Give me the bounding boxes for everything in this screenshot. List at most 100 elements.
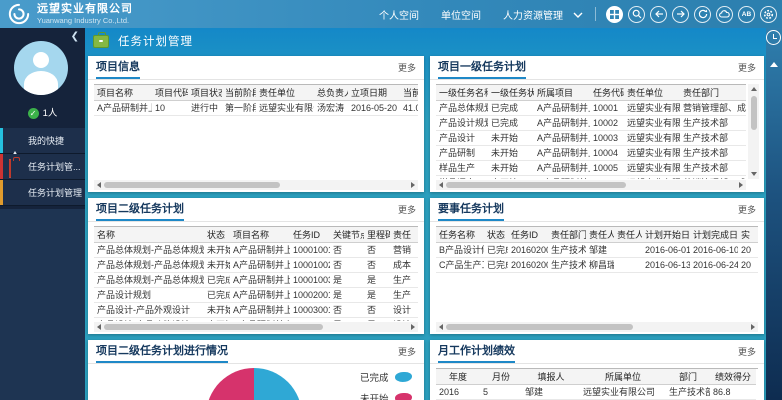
- table-cell: 远望实业有限公司: [624, 116, 680, 131]
- more-link[interactable]: 更多: [398, 61, 416, 79]
- chevron-down-icon[interactable]: [573, 5, 583, 23]
- nav-hr-management[interactable]: 人力资源管理: [503, 7, 563, 22]
- column-header[interactable]: 部门: [666, 369, 710, 385]
- table-cell: 产品研制: [436, 146, 488, 161]
- column-header[interactable]: 绩效得分: [710, 369, 756, 385]
- column-header[interactable]: 责任部门: [548, 227, 586, 243]
- column-header[interactable]: 填报人: [522, 369, 580, 385]
- column-header[interactable]: 责任人1: [586, 227, 614, 243]
- more-link[interactable]: 更多: [738, 203, 756, 221]
- column-header[interactable]: 责任: [390, 227, 418, 243]
- column-header[interactable]: 月份: [480, 369, 522, 385]
- table-cell: 生产: [390, 273, 418, 288]
- more-link[interactable]: 更多: [738, 345, 756, 363]
- column-header[interactable]: 任务ID: [508, 227, 548, 243]
- clock-icon[interactable]: [766, 30, 781, 45]
- gear-icon[interactable]: [760, 6, 777, 23]
- table-row[interactable]: C产品生产工艺优化已完成201602002生产技术部柳昌瑞2016-06-132…: [436, 258, 758, 273]
- table-row[interactable]: 样品生产未开始A产品研制并上市10005远望实业有限公司生产技术部: [436, 161, 746, 176]
- column-header[interactable]: 名称: [94, 227, 204, 243]
- sidebar-item-task-plan-mgmt-1[interactable]: 任务计划管...: [0, 154, 85, 180]
- sidebar-item-my-shortcuts[interactable]: 我的快捷: [0, 128, 85, 154]
- table-row[interactable]: 产品设计-产品功能设计未开始A产品研制并上市10003002是是设计: [94, 318, 418, 322]
- horizontal-scrollbar[interactable]: [436, 322, 758, 332]
- column-header[interactable]: 状态: [484, 227, 508, 243]
- sidebar-item-task-plan-mgmt-2[interactable]: 任务计划管理: [0, 180, 85, 206]
- column-header[interactable]: 状态: [204, 227, 230, 243]
- pie-chart[interactable]: [206, 368, 302, 400]
- cloud-icon[interactable]: [716, 6, 733, 23]
- panel-title: 项目一级任务计划: [438, 61, 526, 79]
- column-header[interactable]: 当前阶段: [222, 85, 256, 101]
- table-row[interactable]: 产品总体规划-产品总体规划营销部分未开始A产品研制并上市10001001否否营销: [94, 243, 418, 258]
- sidebar-menu: 我的快捷 任务计划管... 任务计划管理: [0, 128, 85, 206]
- apps-grid-icon[interactable]: [606, 6, 623, 23]
- column-header[interactable]: 责任部门: [680, 85, 746, 101]
- table-row[interactable]: 样品评审未开始A产品研制并上市10006远望实业有限公司营销管理部、成本管: [436, 176, 746, 180]
- column-header[interactable]: 实: [738, 227, 758, 243]
- table-row[interactable]: B产品设计修改已完成201602001生产技术部邹建2016-06-012016…: [436, 243, 758, 258]
- table-row[interactable]: 产品总体规划-产品总体规划成本部分未开始A产品研制并上市10001002否否成本: [94, 258, 418, 273]
- arrow-left-icon[interactable]: [650, 6, 667, 23]
- horizontal-scrollbar[interactable]: [436, 180, 746, 190]
- column-header[interactable]: 责任人2: [614, 227, 642, 243]
- column-header[interactable]: 任务名称: [436, 227, 484, 243]
- column-header[interactable]: 所属项目: [534, 85, 590, 101]
- horizontal-scrollbar[interactable]: [94, 180, 418, 190]
- table-row[interactable]: 产品总体规划已完成A产品研制并上市10001远望实业有限公司营销管理部、成本管: [436, 101, 746, 116]
- company-name: 远望实业有限公司: [37, 4, 133, 15]
- column-header[interactable]: 责任单位: [256, 85, 314, 101]
- column-header[interactable]: 项目名称: [94, 85, 152, 101]
- sidebar-collapse-icon[interactable]: ❮: [71, 32, 79, 42]
- table-row[interactable]: 产品设计未开始A产品研制并上市10003远望实业有限公司生产技术部: [436, 131, 746, 146]
- more-link[interactable]: 更多: [398, 345, 416, 363]
- table-row[interactable]: 20165邹建远望实业有限公司生产技术部86.8: [436, 385, 756, 400]
- column-header[interactable]: 里程碑: [364, 227, 390, 243]
- legend-item-not-started[interactable]: 未开始: [360, 391, 412, 400]
- column-header[interactable]: 年度: [436, 369, 480, 385]
- table-row[interactable]: 产品研制未开始A产品研制并上市10004远望实业有限公司生产技术部: [436, 146, 746, 161]
- scroll-up-icon[interactable]: [770, 62, 778, 67]
- column-header[interactable]: 总负责人: [314, 85, 348, 101]
- legend-item-completed[interactable]: 已完成: [360, 370, 412, 384]
- more-link[interactable]: 更多: [398, 203, 416, 221]
- column-header[interactable]: 所属单位: [580, 369, 666, 385]
- more-link[interactable]: 更多: [738, 61, 756, 79]
- main-content: 任务计划管理 项目信息 更多 项目名称项目代码项目状态当前阶段责任单位总负责人立…: [85, 28, 766, 400]
- column-header[interactable]: 任务ID: [290, 227, 330, 243]
- page-scroll-strip[interactable]: [766, 28, 782, 400]
- column-header[interactable]: 计划开始日期: [642, 227, 690, 243]
- search-icon[interactable]: [628, 6, 645, 23]
- vertical-scrollbar[interactable]: [748, 84, 759, 179]
- user-avatar[interactable]: [14, 41, 68, 95]
- table-row[interactable]: 产品设计-产品外观设计未开始A产品研制并上市10003001否否设计: [94, 303, 418, 318]
- table-cell: A产品研制并上市: [534, 176, 590, 180]
- column-header[interactable]: 项目状态: [188, 85, 222, 101]
- table-row[interactable]: 产品设计规划已完成A产品研制并上市10002001是是生产: [94, 288, 418, 303]
- column-header[interactable]: 任务代码: [590, 85, 624, 101]
- table-cell: A产品研制并上市: [230, 318, 290, 322]
- horizontal-scrollbar[interactable]: [94, 322, 418, 332]
- column-header[interactable]: 立项日期: [348, 85, 400, 101]
- panel-level2-tasks: 项目二级任务计划 更多 名称状态项目名称任务ID关键节点里程碑责任产品总体规划-…: [88, 198, 424, 334]
- table-row[interactable]: A产品研制并上市10进行中第一阶段远望实业有限公司汤宏涛2016-05-2041…: [94, 101, 418, 116]
- table-row[interactable]: 产品设计规划已完成A产品研制并上市10002远望实业有限公司生产技术部: [436, 116, 746, 131]
- nav-personal-space[interactable]: 个人空间: [379, 7, 419, 22]
- table-row[interactable]: 产品总体规划-产品总体规划技术部分及汇总已完成A产品研制并上市10001003是…: [94, 273, 418, 288]
- column-header[interactable]: 一级任务状态: [488, 85, 534, 101]
- column-header[interactable]: 项目名称: [230, 227, 290, 243]
- nav-unit-space[interactable]: 单位空间: [441, 7, 481, 22]
- briefcase-icon: [9, 160, 22, 173]
- refresh-icon[interactable]: [694, 6, 711, 23]
- column-header[interactable]: 责任单位: [624, 85, 680, 101]
- level2-tasks-table: 名称状态项目名称任务ID关键节点里程碑责任产品总体规划-产品总体规划营销部分未开…: [94, 226, 418, 321]
- column-header[interactable]: 计划完成日期: [690, 227, 738, 243]
- arrow-right-icon[interactable]: [672, 6, 689, 23]
- ab-badge-icon[interactable]: AB: [738, 6, 755, 23]
- column-header[interactable]: 项目代码: [152, 85, 188, 101]
- top-bar: 远望实业有限公司 Yuanwang Industry Co.,Ltd. 个人空间…: [0, 0, 782, 28]
- table-cell: 未开始: [204, 303, 230, 318]
- column-header[interactable]: 一级任务名称: [436, 85, 488, 101]
- column-header[interactable]: 关键节点: [330, 227, 364, 243]
- column-header[interactable]: 当前进度: [400, 85, 418, 101]
